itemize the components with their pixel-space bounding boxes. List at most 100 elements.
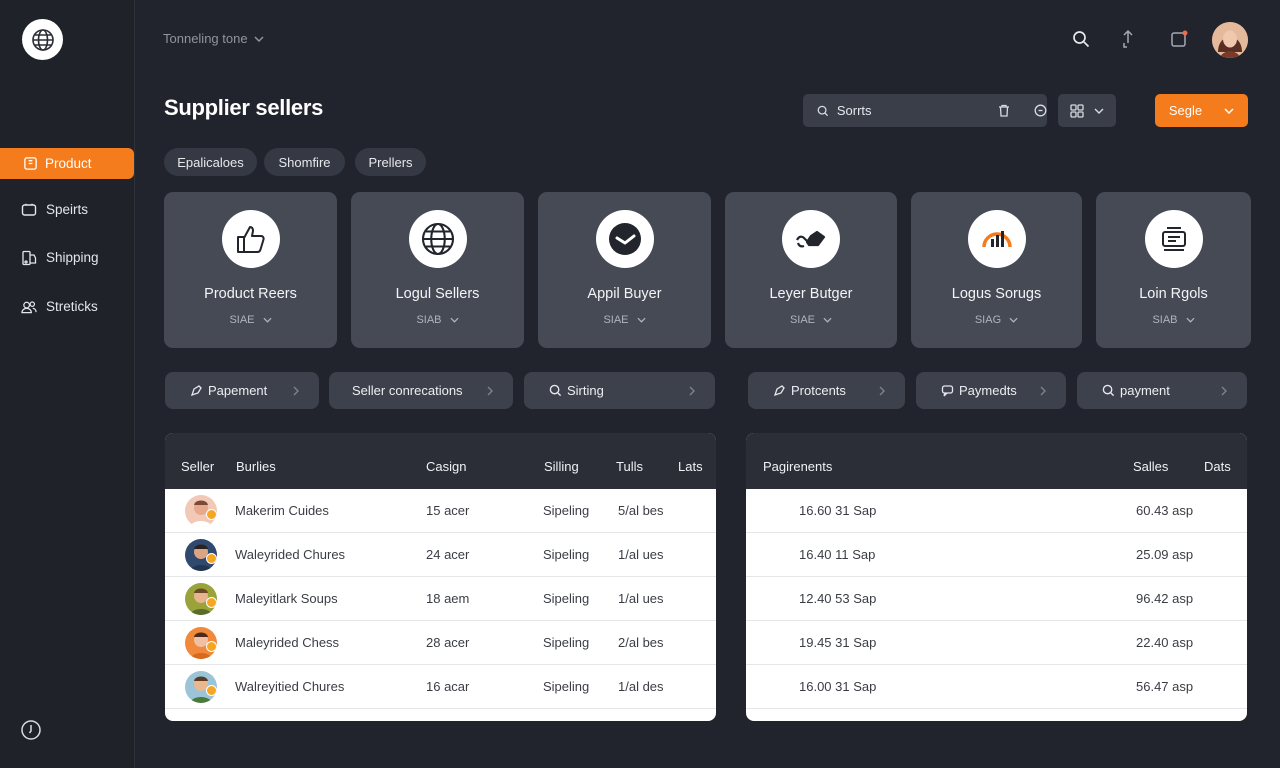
pill-papement[interactable]: Papement bbox=[165, 372, 319, 409]
pill-paymedts[interactable]: Paymedts bbox=[916, 372, 1066, 409]
sidebar-item-label: Streticks bbox=[46, 299, 98, 314]
seller-casign: 15 acer bbox=[426, 503, 470, 518]
filter-chip[interactable]: Prellers bbox=[355, 148, 426, 176]
seller-name: Makerim Cuides bbox=[235, 503, 329, 518]
payment-date: 16.00 31 Sap bbox=[799, 679, 877, 694]
category-card[interactable]: Appil Buyer SIAE bbox=[538, 192, 711, 348]
pill-seller-connections[interactable]: Seller conrecations bbox=[329, 372, 513, 409]
primary-action-button[interactable]: Segle bbox=[1155, 94, 1248, 127]
payment-sales: 25.09 asp bbox=[1136, 547, 1194, 562]
package-icon bbox=[22, 156, 38, 172]
seller-silling: Sipeling bbox=[543, 591, 590, 606]
payment-sales: 56.47 asp bbox=[1136, 679, 1194, 694]
chevron-down-icon bbox=[636, 317, 646, 323]
avatar bbox=[185, 627, 217, 659]
table-row[interactable]: Walreyitied Chures 16 acar Sipeling 1/al… bbox=[165, 665, 716, 709]
seller-name: Maleyitlark Soups bbox=[235, 591, 338, 606]
table-row[interactable]: 16.40 11 Sap 25.09 asp bbox=[746, 533, 1247, 577]
search-icon bbox=[817, 105, 829, 116]
sidebar-item-speirts[interactable]: Speirts bbox=[0, 194, 134, 225]
category-card[interactable]: Leyer Butger SIAE bbox=[725, 192, 897, 348]
app-logo[interactable] bbox=[22, 19, 63, 60]
category-card[interactable]: Logul Sellers SIAB bbox=[351, 192, 524, 348]
table-row[interactable]: Waleyrided Chures 24 acer Sipeling 1/al … bbox=[165, 533, 716, 577]
table-row[interactable]: 12.40 53 Sap 96.42 asp bbox=[746, 577, 1247, 621]
card-title: Leyer Butger bbox=[769, 286, 853, 302]
column-header[interactable]: Casign bbox=[426, 459, 466, 474]
grid-settings-icon bbox=[1070, 103, 1084, 118]
upload-icon[interactable] bbox=[1117, 28, 1139, 50]
seller-name: Maleyrided Chess bbox=[235, 635, 340, 650]
table-header: Pagirenents Salles Dats bbox=[746, 433, 1247, 489]
sidebar: Product Speirts Shipping Streticks bbox=[0, 0, 135, 768]
category-card[interactable]: Product Reers SIAE bbox=[164, 192, 337, 348]
column-header[interactable]: Seller bbox=[181, 459, 214, 474]
table-row[interactable]: 19.45 31 Sap 22.40 asp bbox=[746, 621, 1247, 665]
column-header[interactable]: Dats bbox=[1204, 459, 1231, 474]
table-row[interactable]: Maleyrided Chess 28 acer Sipeling 2/al b… bbox=[165, 621, 716, 665]
filter-chip[interactable]: Epalicaloes bbox=[164, 148, 257, 176]
pill-protcents[interactable]: Protcents bbox=[748, 372, 905, 409]
folder-icon bbox=[21, 202, 37, 218]
column-header[interactable]: Salles bbox=[1133, 459, 1168, 474]
page-title: Supplier sellers bbox=[164, 95, 324, 120]
chevron-right-icon bbox=[877, 386, 887, 396]
seller-name: Walreyitied Chures bbox=[235, 679, 345, 694]
tag-icon bbox=[772, 384, 786, 398]
seller-tulls: 2/al bes bbox=[618, 635, 664, 650]
column-header[interactable]: Pagirenents bbox=[763, 459, 832, 474]
card-subtitle: SIAE bbox=[229, 314, 255, 326]
payment-date: 19.45 31 Sap bbox=[799, 635, 877, 650]
sidebar-item-shipping[interactable]: Shipping bbox=[0, 242, 134, 273]
message-icon bbox=[940, 384, 954, 398]
avatar bbox=[185, 583, 217, 615]
tag-icon bbox=[189, 384, 203, 398]
card-title: Loin Rgols bbox=[1139, 286, 1208, 302]
filter-chip[interactable]: Shomfire bbox=[264, 148, 345, 176]
settings-circle-icon[interactable] bbox=[1033, 103, 1047, 119]
search-icon[interactable] bbox=[1070, 28, 1092, 50]
category-card[interactable]: Logus Sorugs SIAG bbox=[911, 192, 1082, 348]
column-header[interactable]: Lats bbox=[678, 459, 703, 474]
seller-tulls: 5/al bes bbox=[618, 503, 664, 518]
column-header[interactable]: Tulls bbox=[616, 459, 643, 474]
chevron-down-icon bbox=[1224, 107, 1234, 114]
info-icon[interactable] bbox=[20, 719, 42, 741]
truck-icon bbox=[21, 250, 37, 266]
card-subtitle: SIAE bbox=[789, 314, 816, 326]
sidebar-item-product[interactable]: Product bbox=[0, 148, 134, 179]
pill-sirting[interactable]: Sirting bbox=[524, 372, 715, 409]
payment-date: 16.60 31 Sap bbox=[799, 503, 877, 518]
trash-icon[interactable] bbox=[997, 103, 1011, 119]
seller-silling: Sipeling bbox=[543, 679, 590, 694]
column-header[interactable]: Silling bbox=[544, 459, 579, 474]
sidebar-item-streticks[interactable]: Streticks bbox=[0, 291, 134, 322]
table-row[interactable]: 16.00 31 Sap 56.47 asp bbox=[746, 665, 1247, 709]
card-subtitle: SIAE bbox=[603, 314, 629, 326]
filter-button[interactable] bbox=[1058, 94, 1116, 127]
payments-table: Pagirenents Salles Dats 16.60 31 Sap 60.… bbox=[746, 433, 1247, 721]
table-row[interactable]: 16.60 31 Sap 60.43 asp bbox=[746, 489, 1247, 533]
chevron-down-icon bbox=[254, 35, 264, 42]
table-row[interactable]: Makerim Cuides 15 acer Sipeling 5/al bes bbox=[165, 489, 716, 533]
primary-button-label: Segle bbox=[1168, 103, 1203, 118]
avatar bbox=[185, 539, 217, 571]
category-card[interactable]: Loin Rgols SIAB bbox=[1096, 192, 1251, 348]
seller-tulls: 1/al ues bbox=[618, 547, 664, 562]
chevron-down-icon bbox=[449, 317, 459, 323]
sellers-table: Seller Burlies Casign Silling Tulls Lats… bbox=[165, 433, 716, 721]
workspace-dropdown[interactable]: Tonneling tone bbox=[163, 31, 264, 46]
chevron-right-icon bbox=[485, 386, 495, 396]
search-input[interactable] bbox=[834, 102, 969, 119]
search-bar[interactable] bbox=[803, 94, 1047, 127]
handshake-icon bbox=[782, 210, 840, 268]
seller-silling: Sipeling bbox=[543, 547, 590, 562]
chevron-down-icon bbox=[1094, 108, 1104, 114]
user-avatar[interactable] bbox=[1212, 22, 1248, 58]
table-row[interactable]: Maleyitlark Soups 18 aem Sipeling 1/al u… bbox=[165, 577, 716, 621]
column-header[interactable]: Burlies bbox=[236, 459, 276, 474]
pill-payment[interactable]: payment bbox=[1077, 372, 1247, 409]
seller-silling: Sipeling bbox=[543, 635, 590, 650]
avatar bbox=[185, 495, 217, 527]
notification-icon[interactable] bbox=[1168, 28, 1190, 50]
